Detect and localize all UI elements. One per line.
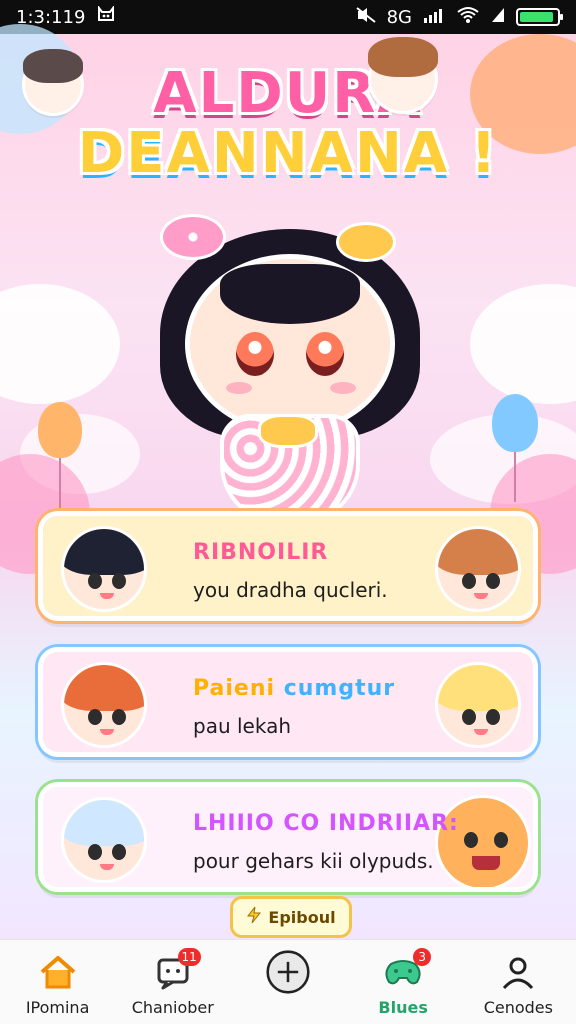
avatar-mouth [474,729,488,735]
card-left-avatar [61,526,147,612]
wifi-icon [456,6,480,29]
card-title: Paieni cumgtur [193,676,395,701]
small-chibi-left [22,49,84,116]
avatar-eye [462,709,476,725]
mascot-eye [494,832,508,848]
plus-circle-icon [266,950,310,994]
avatar-eye [88,573,102,589]
lightning-icon [246,906,262,928]
card-subtitle: you dradha qucleri. [193,578,388,602]
app-root: 1:3:119 8G ALDURA DEANNANA ! RIBNOILIR y… [0,0,576,1024]
charging-icon [490,6,506,29]
bottom-navigation: IPomina 11 Chaniober 3 Blues Cenodes [0,939,576,1024]
left-blush [226,382,252,394]
right-blush [330,382,356,394]
avatar-eye [462,573,476,589]
dress-ribbon [258,414,318,448]
feature-card-1[interactable]: RIBNOILIR you dradha qucleri. [38,511,538,621]
signal-icon [422,6,446,29]
battery-fill [520,12,553,22]
card-title: RIBNOILIR [193,540,329,565]
nav-item-home[interactable]: IPomina [0,940,115,1024]
app-indicator-icon [95,4,117,29]
feature-card-2[interactable]: Paieni cumgtur pau lekah [38,647,538,757]
card-left-avatar [61,797,147,883]
right-eye [306,332,344,376]
card-title-part-2: cumgtur [283,676,396,701]
nav-label: Cenodes [483,998,553,1017]
title-line-1: ALDURA [153,61,423,126]
avatar-mouth [100,864,114,870]
episode-chip[interactable]: Epiboul [230,896,352,938]
small-chibi-right [368,37,438,114]
title-line-2: DEANNANA ! [77,121,499,186]
nav-item-add[interactable] [230,940,345,1024]
avatar-mouth [100,593,114,599]
avatar-mouth [100,729,114,735]
nav-item-profile[interactable]: Cenodes [461,940,576,1024]
avatar-eye [112,844,126,860]
card-subtitle: pour gehars kii olypuds. [193,849,434,873]
avatar-eye [486,709,500,725]
status-right: 8G [355,6,563,29]
card-title: LHIIIO CO INDRIIAR: [193,811,459,836]
avatar-hair [64,665,144,711]
card-left-avatar [61,662,147,748]
main-character-bangs [220,264,360,324]
status-bar: 1:3:119 8G [0,0,576,34]
balloon-decoration [492,394,538,452]
pink-bow [160,214,226,260]
nav-item-games[interactable]: 3 Blues [346,940,461,1024]
mascot-avatar [435,795,531,887]
card-subtitle: pau lekah [193,714,292,738]
left-eye [236,332,274,376]
avatar-eye [88,709,102,725]
mute-icon [355,6,377,29]
episode-chip-label: Epiboul [268,907,336,927]
avatar-hair [438,665,518,711]
network-label: 8G [386,6,412,28]
cloud-decoration [0,284,120,404]
chibi-hair [23,49,83,83]
mascot-mouth [472,856,500,870]
card-right-avatar [435,662,521,748]
main-character [150,214,430,544]
avatar-hair [64,800,144,846]
nav-item-chat[interactable]: 11 Chaniober [115,940,230,1024]
chibi-hair [368,37,438,77]
games-badge: 3 [413,948,432,966]
cloud-decoration [470,284,576,404]
home-icon [36,952,80,992]
hero-scene: ALDURA DEANNANA ! RIBNOILIR you dradha q… [0,24,576,939]
battery-icon [516,8,563,26]
yellow-bow [336,222,396,262]
avatar-eye [88,844,102,860]
avatar-hair [64,529,144,575]
user-icon [496,952,540,992]
feature-card-3[interactable]: LHIIIO CO INDRIIAR: pour gehars kii olyp… [38,782,538,892]
chat-badge: 11 [177,948,201,966]
avatar-eye [112,709,126,725]
card-right-avatar [435,526,521,612]
avatar-mouth [474,593,488,599]
app-title: ALDURA DEANNANA ! [0,64,576,184]
nav-label: Chaniober [131,998,214,1017]
chat-icon: 11 [151,948,201,992]
avatar-eye [486,573,500,589]
avatar-eye [112,573,126,589]
nav-label: IPomina [25,998,90,1017]
gamepad-icon: 3 [381,948,432,992]
nav-label: Blues [378,998,428,1017]
avatar-hair [438,529,518,575]
balloon-decoration [38,402,82,458]
mascot-eye [464,832,478,848]
card-title-part-1: Paieni [193,676,276,701]
